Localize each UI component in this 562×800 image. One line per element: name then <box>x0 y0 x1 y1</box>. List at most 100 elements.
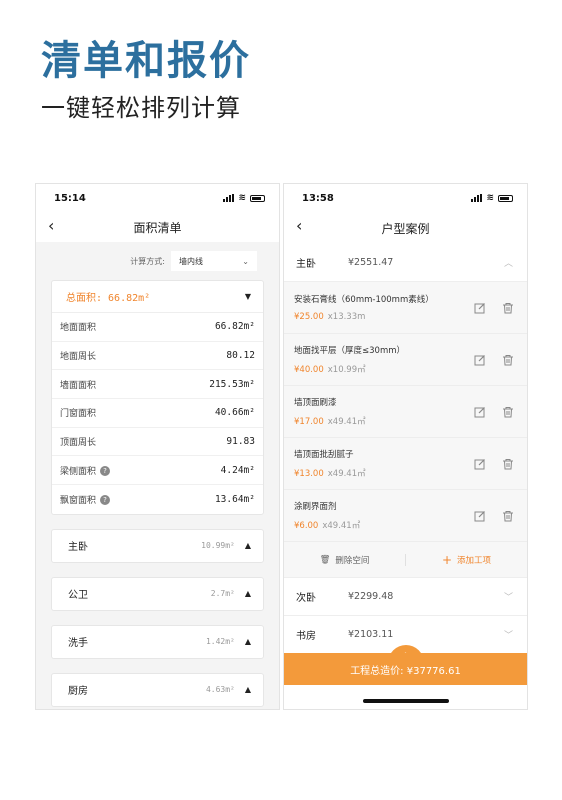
section-name: 次卧 <box>296 593 316 604</box>
total-cost: 工程总造价: ¥37776.61 <box>350 665 461 677</box>
status-time: 13:58 <box>302 192 334 204</box>
chevron-down-icon[interactable]: ﹀ <box>504 628 513 641</box>
work-item-row: 地面找平层（厚度≤30mm） ¥40.00 x10.99㎡ <box>284 334 527 386</box>
room-name: 厨房 <box>68 686 88 698</box>
trash-icon[interactable] <box>501 353 515 367</box>
back-arrow-icon[interactable]: ‹ <box>296 218 302 234</box>
room-name: 洗手 <box>68 638 88 650</box>
room-area: 4.63m² <box>205 685 235 695</box>
wifi-icon: ≋ <box>238 193 246 203</box>
help-icon[interactable]: ? <box>100 495 111 506</box>
work-item-row: 墙顶面批刮腻子 ¥13.00 x49.41㎡ <box>284 438 527 490</box>
total-area-header[interactable]: 总面积: 66.82m² ▼ <box>52 281 263 313</box>
page-title: 户型案例 <box>381 221 430 236</box>
work-item-row: 安装石膏线（60mm-100mm素线） ¥25.00 x13.33m <box>284 282 527 334</box>
edit-icon[interactable] <box>473 509 487 523</box>
total-cost-bar[interactable]: 工程总造价: ¥37776.61 <box>284 653 527 685</box>
section-header[interactable]: 次卧 ¥2299.48 ﹀ <box>284 578 527 616</box>
area-value: 13.64m² <box>214 493 255 505</box>
add-item-button[interactable]: + 添加工项 <box>406 553 527 567</box>
plus-icon: + <box>441 552 453 567</box>
work-item-row: 墙顶面刷漆 ¥17.00 x49.41㎡ <box>284 386 527 438</box>
area-value: 215.53m² <box>209 378 255 390</box>
area-row: 飘窗面积? 13.64m² <box>52 485 263 514</box>
work-item-price: ¥6.00 <box>294 521 319 531</box>
page-title: 面积清单 <box>133 220 182 235</box>
trash-icon[interactable] <box>501 457 515 471</box>
section-name: 书房 <box>296 631 316 642</box>
home-indicator <box>362 699 449 703</box>
area-row: 门窗面积 40.66m² <box>52 399 263 428</box>
area-label: 地面周长 <box>60 352 97 363</box>
trash-icon[interactable] <box>501 405 515 419</box>
trash-icon: 🗑 <box>319 554 331 565</box>
nav-bar: ‹ 面积清单 <box>36 212 279 242</box>
work-item-qty: x49.41㎡ <box>327 469 366 479</box>
work-item-name: 地面找平层（厚度≤30mm） <box>294 346 405 356</box>
expand-triangle-icon[interactable]: ▲ <box>245 685 251 694</box>
area-row: 梁侧面积? 4.24m² <box>52 456 263 486</box>
room-card[interactable]: 主卧 10.99m² ▲ <box>51 528 264 563</box>
trash-icon[interactable] <box>501 509 515 523</box>
work-item-qty: x49.41㎡ <box>322 521 361 531</box>
expand-triangle-icon[interactable]: ▲ <box>245 541 251 550</box>
subline: 一键轻松排列计算 <box>41 94 241 122</box>
work-item-row: 涂刷界面剂 ¥6.00 x49.41㎡ <box>284 490 527 542</box>
work-item-price: ¥13.00 <box>294 469 324 479</box>
edit-icon[interactable] <box>473 457 487 471</box>
room-card[interactable]: 公卫 2.7m² ▲ <box>51 576 264 611</box>
area-value: 91.83 <box>226 436 255 448</box>
collapse-triangle-icon[interactable]: ▼ <box>245 292 251 301</box>
edit-icon[interactable] <box>473 301 487 315</box>
area-label: 门窗面积 <box>60 409 97 420</box>
battery-icon <box>498 194 513 202</box>
section-name: 主卧 <box>296 259 316 270</box>
expand-triangle-icon[interactable]: ▲ <box>245 637 251 646</box>
status-bar: 13:58 ≋ <box>284 184 527 212</box>
work-item-price: ¥25.00 <box>294 312 324 322</box>
area-label: 地面面积 <box>60 323 97 334</box>
work-item-price: ¥17.00 <box>294 417 324 427</box>
work-item-price: ¥40.00 <box>294 365 324 375</box>
section-price: ¥2103.11 <box>348 629 394 640</box>
edit-icon[interactable] <box>473 353 487 367</box>
trash-icon[interactable] <box>501 301 515 315</box>
calc-method-value: 墙内线 <box>179 256 203 266</box>
work-item-info: 墙顶面刷漆 ¥17.00 x49.41㎡ <box>294 396 459 427</box>
area-summary-card: 总面积: 66.82m² ▼ 地面面积 66.82m² 地面周长 80.12 墙面面积 2… <box>51 280 264 515</box>
help-icon[interactable]: ? <box>100 466 111 477</box>
section-header-main[interactable]: 主卧 ¥2551.47 ︿ <box>284 244 527 282</box>
area-label: 梁侧面积? <box>60 464 111 477</box>
room-card[interactable]: 厨房 4.63m² ▲ <box>51 672 264 707</box>
signal-icon <box>471 194 483 202</box>
chevron-down-icon[interactable]: ﹀ <box>504 590 513 603</box>
expand-triangle-icon[interactable]: ▲ <box>245 589 251 598</box>
delete-space-label: 删除空间 <box>335 555 370 566</box>
edit-icon[interactable] <box>473 405 487 419</box>
work-item-name: 涂刷界面剂 <box>294 502 337 512</box>
room-area: 2.7m² <box>210 589 235 599</box>
calc-method-select[interactable]: 墙内线 ⌄ <box>171 251 257 271</box>
area-row: 地面面积 66.82m² <box>52 313 263 342</box>
area-label: 墙面面积 <box>60 380 97 391</box>
signal-icon <box>223 194 235 202</box>
area-label: 顶面周长 <box>60 438 97 449</box>
room-card[interactable]: 洗手 1.42m² ▲ <box>51 624 264 659</box>
chevron-up-icon[interactable]: ︿ <box>504 256 513 269</box>
room-name: 主卧 <box>68 542 88 554</box>
work-item-qty: x13.33m <box>327 312 366 322</box>
back-arrow-icon[interactable]: ‹ <box>48 218 54 234</box>
add-item-label: 添加工项 <box>457 555 492 566</box>
delete-space-button[interactable]: 🗑 删除空间 <box>284 553 406 566</box>
section-price: ¥2299.48 <box>348 591 394 602</box>
wifi-icon: ≋ <box>486 193 494 203</box>
work-item-name: 安装石膏线（60mm-100mm素线） <box>294 295 434 305</box>
home-area <box>284 685 527 709</box>
area-row: 地面周长 80.12 <box>52 342 263 371</box>
status-bar: 15:14 ≋ <box>36 184 279 212</box>
work-item-name: 墙顶面刷漆 <box>294 398 337 408</box>
status-time: 15:14 <box>54 192 86 204</box>
section-actions: 🗑 删除空间 + 添加工项 <box>284 542 527 578</box>
work-item-info: 墙顶面批刮腻子 ¥13.00 x49.41㎡ <box>294 448 459 479</box>
area-value: 4.24m² <box>220 464 255 476</box>
